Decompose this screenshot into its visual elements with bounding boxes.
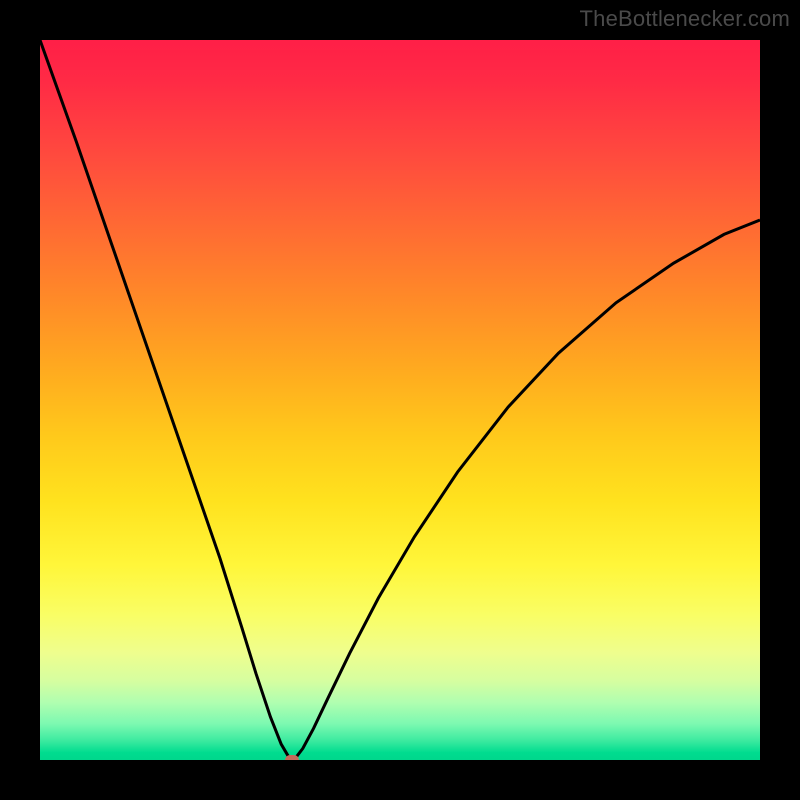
minimum-marker — [285, 755, 299, 760]
bottleneck-curve-svg — [40, 40, 760, 760]
watermark-text: TheBottlenecker.com — [580, 6, 790, 32]
bottleneck-curve-path — [40, 40, 760, 760]
chart-plot-area — [40, 40, 760, 760]
